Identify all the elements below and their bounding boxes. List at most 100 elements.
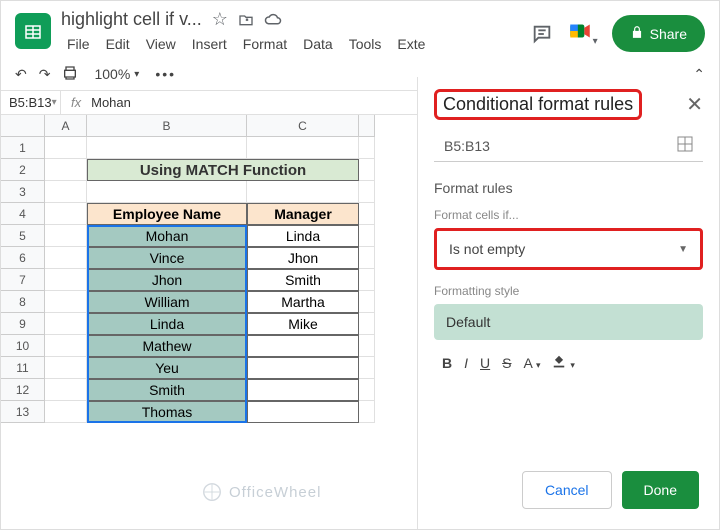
data-cell[interactable]: Smith: [87, 379, 247, 401]
data-cell[interactable]: [247, 335, 359, 357]
cloud-icon[interactable]: [264, 13, 282, 27]
cell[interactable]: [359, 335, 375, 357]
cell[interactable]: [45, 247, 87, 269]
cell[interactable]: [359, 181, 375, 203]
formula-bar[interactable]: Mohan: [91, 95, 131, 110]
cell[interactable]: [359, 401, 375, 423]
cell[interactable]: [359, 291, 375, 313]
cell[interactable]: [45, 137, 87, 159]
row-header[interactable]: 13: [1, 401, 45, 423]
menu-file[interactable]: File: [61, 34, 96, 54]
italic-icon[interactable]: I: [464, 355, 468, 371]
print-icon[interactable]: [62, 65, 78, 84]
menu-view[interactable]: View: [140, 34, 182, 54]
close-icon[interactable]: ✕: [686, 92, 703, 117]
data-cell[interactable]: Linda: [247, 225, 359, 247]
cell[interactable]: [45, 401, 87, 423]
range-input[interactable]: B5:B13: [434, 130, 703, 162]
cell[interactable]: [359, 357, 375, 379]
cell[interactable]: [45, 203, 87, 225]
data-cell[interactable]: [247, 357, 359, 379]
row-header[interactable]: 4: [1, 203, 45, 225]
data-cell[interactable]: [247, 401, 359, 423]
table-title[interactable]: Using MATCH Function: [87, 159, 359, 181]
star-icon[interactable]: ☆: [212, 9, 228, 30]
data-cell[interactable]: Mike: [247, 313, 359, 335]
done-button[interactable]: Done: [622, 471, 699, 509]
cell[interactable]: [87, 181, 247, 203]
row-header[interactable]: 7: [1, 269, 45, 291]
col-header-b[interactable]: B: [87, 115, 247, 137]
cell[interactable]: [359, 269, 375, 291]
cell[interactable]: [45, 357, 87, 379]
document-title[interactable]: highlight cell if v...: [61, 9, 202, 30]
share-button[interactable]: Share: [612, 15, 705, 52]
zoom-select[interactable]: 100% ▾: [90, 64, 143, 84]
cell[interactable]: [359, 203, 375, 225]
menu-tools[interactable]: Tools: [343, 34, 388, 54]
menu-insert[interactable]: Insert: [186, 34, 233, 54]
menu-format[interactable]: Format: [237, 34, 293, 54]
bold-icon[interactable]: B: [442, 355, 452, 371]
row-header[interactable]: 3: [1, 181, 45, 203]
col-header-a[interactable]: A: [45, 115, 87, 137]
row-header[interactable]: 11: [1, 357, 45, 379]
col-header-d[interactable]: [359, 115, 375, 137]
data-cell[interactable]: Mathew: [87, 335, 247, 357]
cell[interactable]: [247, 181, 359, 203]
name-box[interactable]: B5:B13▾: [1, 91, 61, 114]
strikethrough-icon[interactable]: S: [502, 355, 511, 371]
cell[interactable]: [45, 269, 87, 291]
cell[interactable]: [359, 247, 375, 269]
meet-icon[interactable]: ▾: [567, 18, 598, 49]
underline-icon[interactable]: U: [480, 355, 490, 371]
cell[interactable]: [45, 159, 87, 181]
cancel-button[interactable]: Cancel: [522, 471, 612, 509]
condition-dropdown[interactable]: Is not empty ▼: [434, 228, 703, 270]
data-cell[interactable]: [247, 379, 359, 401]
data-cell[interactable]: William: [87, 291, 247, 313]
data-cell[interactable]: Yeu: [87, 357, 247, 379]
style-preview[interactable]: Default: [434, 304, 703, 340]
cell[interactable]: [45, 313, 87, 335]
row-header[interactable]: 8: [1, 291, 45, 313]
move-icon[interactable]: [238, 12, 254, 28]
more-toolbar[interactable]: •••: [155, 66, 176, 82]
cell[interactable]: [45, 379, 87, 401]
cell[interactable]: [359, 225, 375, 247]
header-cell[interactable]: Employee Name: [87, 203, 247, 225]
cell[interactable]: [359, 379, 375, 401]
fill-color-icon[interactable]: ▾: [552, 354, 574, 371]
row-header[interactable]: 6: [1, 247, 45, 269]
data-cell[interactable]: Mohan: [87, 225, 247, 247]
data-cell[interactable]: Jhon: [247, 247, 359, 269]
redo-icon[interactable]: ↷: [39, 66, 51, 83]
cell[interactable]: [87, 137, 247, 159]
data-cell[interactable]: Jhon: [87, 269, 247, 291]
header-cell[interactable]: Manager: [247, 203, 359, 225]
row-header[interactable]: 5: [1, 225, 45, 247]
cell[interactable]: [45, 335, 87, 357]
cell[interactable]: [45, 225, 87, 247]
row-header[interactable]: 10: [1, 335, 45, 357]
row-header[interactable]: 2: [1, 159, 45, 181]
menu-edit[interactable]: Edit: [100, 34, 136, 54]
menu-extensions[interactable]: Exte: [391, 34, 431, 54]
cell[interactable]: [247, 137, 359, 159]
select-all-corner[interactable]: [1, 115, 45, 137]
data-cell[interactable]: Martha: [247, 291, 359, 313]
row-header[interactable]: 1: [1, 137, 45, 159]
row-header[interactable]: 9: [1, 313, 45, 335]
undo-icon[interactable]: ↶: [15, 66, 27, 83]
data-cell[interactable]: Thomas: [87, 401, 247, 423]
cell[interactable]: [45, 181, 87, 203]
cell[interactable]: [359, 159, 375, 181]
cell[interactable]: [359, 313, 375, 335]
data-cell[interactable]: Linda: [87, 313, 247, 335]
text-color-icon[interactable]: A ▾: [523, 355, 540, 371]
comments-icon[interactable]: [531, 23, 553, 45]
col-header-c[interactable]: C: [247, 115, 359, 137]
cell[interactable]: [45, 291, 87, 313]
data-cell[interactable]: Smith: [247, 269, 359, 291]
row-header[interactable]: 12: [1, 379, 45, 401]
